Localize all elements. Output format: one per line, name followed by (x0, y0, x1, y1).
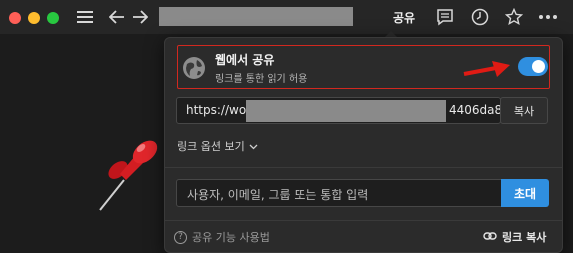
minimize-window-button[interactable] (28, 12, 40, 24)
invite-button[interactable]: 초대 (501, 179, 549, 207)
favorite-star-icon[interactable] (502, 5, 526, 29)
annotation-arrow-icon (462, 60, 512, 84)
share-url-field[interactable]: https://wo 4406da8 (176, 97, 501, 124)
share-popup: 웹에서 공유 링크를 통한 읽기 허용 https://wo 4406da8 복… (164, 37, 563, 253)
link-options-toggle[interactable]: 링크 옵션 보기 (177, 138, 258, 154)
back-arrow-icon[interactable] (105, 5, 129, 29)
share-button[interactable]: 공유 (393, 9, 415, 26)
chevron-down-icon (249, 140, 258, 153)
close-window-button[interactable] (9, 12, 21, 24)
window-toolbar: 공유 (0, 0, 573, 34)
pushpin-icon (96, 128, 166, 218)
sidebar-menu-icon[interactable] (73, 5, 97, 29)
toggle-knob (532, 60, 545, 73)
invite-input[interactable]: 사용자, 이메일, 그룹 또는 통합 입력 (176, 179, 502, 207)
redacted-url (246, 100, 446, 122)
copy-url-button[interactable]: 복사 (500, 97, 548, 124)
web-share-title: 웹에서 공유 (215, 53, 275, 67)
web-share-toggle[interactable] (518, 57, 548, 76)
forward-arrow-icon[interactable] (128, 5, 152, 29)
share-url-suffix: 4406da8 (449, 103, 501, 117)
redacted-page-title (159, 7, 353, 26)
history-clock-icon[interactable] (468, 5, 492, 29)
more-options-icon[interactable] (536, 5, 560, 29)
comment-icon[interactable] (433, 5, 457, 29)
copy-link-button[interactable]: 링크 복사 (483, 229, 546, 245)
link-icon (483, 231, 497, 244)
share-help-label: 공유 기능 사용법 (192, 231, 270, 244)
web-share-row[interactable]: 웹에서 공유 링크를 통한 읽기 허용 (177, 45, 550, 89)
question-mark-icon: ? (174, 230, 187, 244)
link-options-label: 링크 옵션 보기 (177, 140, 245, 153)
divider (165, 220, 562, 221)
share-help-link[interactable]: ? 공유 기능 사용법 (174, 229, 270, 245)
globe-icon (182, 56, 206, 84)
share-url-prefix: https://wo (186, 103, 247, 117)
divider (165, 167, 562, 168)
maximize-window-button[interactable] (47, 12, 59, 24)
copy-link-label: 링크 복사 (502, 231, 547, 244)
web-share-subtitle: 링크를 통한 읽기 허용 (215, 74, 308, 85)
